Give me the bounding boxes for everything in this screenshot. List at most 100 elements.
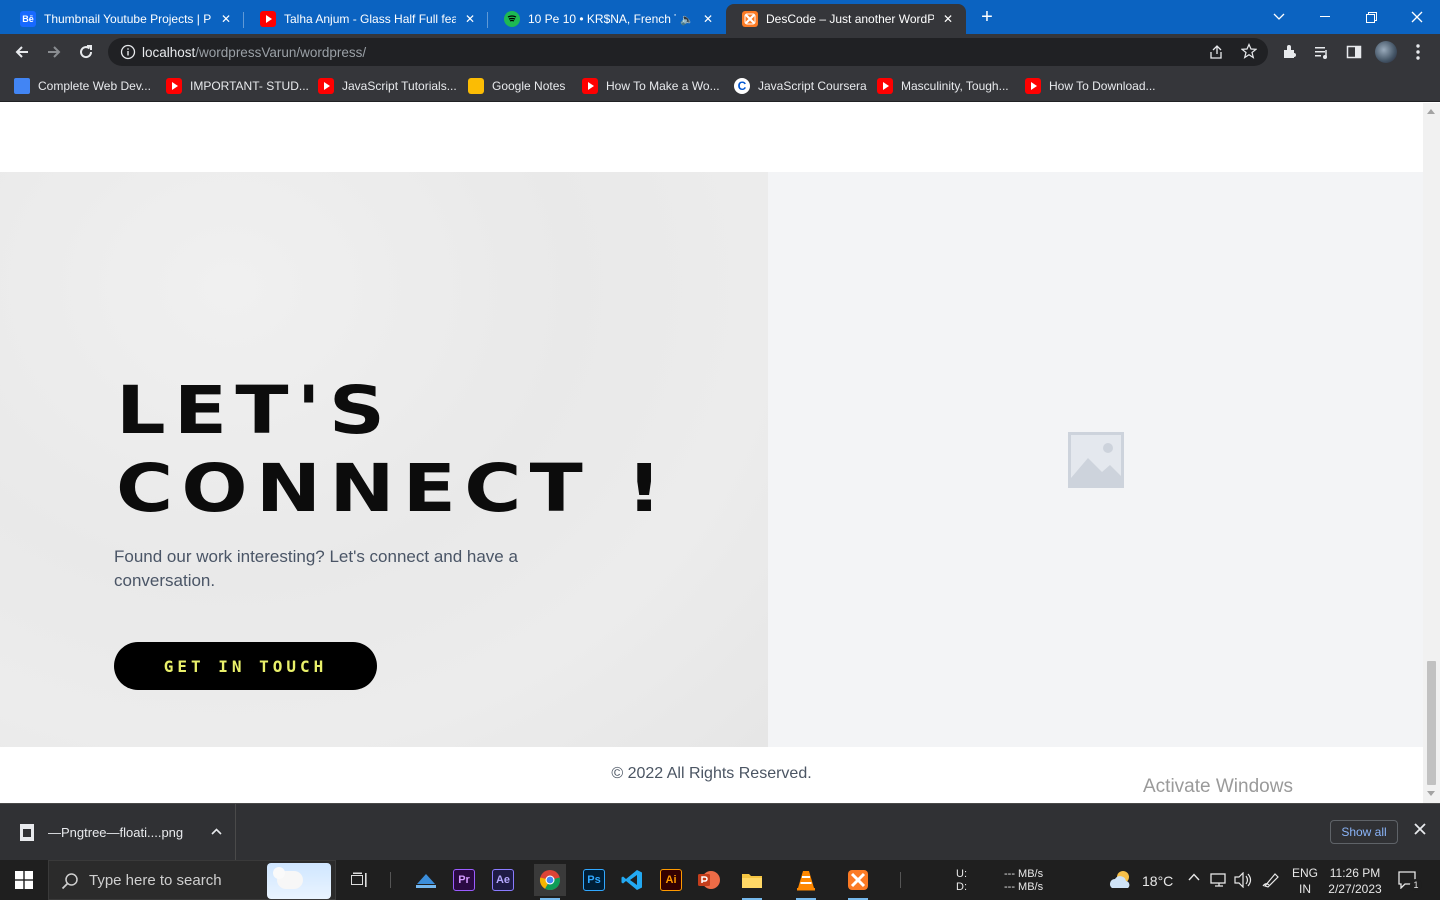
bookmark-label: How To Make a Wo... (606, 79, 720, 93)
bookmark-star-icon[interactable] (1240, 43, 1258, 64)
web-page: LET'S CONNECT ! Found our work interesti… (0, 103, 1423, 803)
reload-button[interactable] (74, 40, 98, 64)
bookmarks-bar: Complete Web Dev... IMPORTANT- STUD... J… (0, 70, 1440, 102)
windows-taskbar: Type here to search Pr Ae Ps Ai U: D: --… (0, 860, 1440, 900)
network-speed-values: --- MB/s --- MB/s (1004, 868, 1044, 893)
tab-title: 10 Pe 10 • KR$NA, French Th (528, 12, 677, 26)
tab-search-icon[interactable] (1256, 4, 1302, 30)
windows-start-icon[interactable] (0, 860, 48, 900)
chevron-up-icon[interactable] (211, 826, 222, 838)
tab-spotify[interactable]: 10 Pe 10 • KR$NA, French Th 🔈 ✕ (488, 4, 726, 34)
bookmark-item[interactable]: JavaScript Tutorials... (318, 76, 457, 96)
behance-icon: Bē (20, 11, 36, 27)
url-text: localhost/wordpressVarun/wordpress/ (142, 45, 367, 60)
coursera-icon: C (734, 78, 750, 94)
weather-icon[interactable] (1108, 868, 1134, 908)
docs-icon (14, 78, 30, 94)
desktop-app-icon[interactable] (410, 864, 442, 896)
bookmark-label: Masculinity, Tough... (901, 79, 1009, 93)
browser-toolbar: localhost/wordpressVarun/wordpress/ (0, 34, 1440, 70)
bookmark-label: IMPORTANT- STUD... (190, 79, 309, 93)
extensions-icon[interactable] (1278, 40, 1302, 64)
chevron-up-icon[interactable] (1188, 872, 1200, 912)
scroll-up-arrow[interactable] (1427, 109, 1435, 114)
keep-icon (468, 78, 484, 94)
taskbar-search-input[interactable]: Type here to search (48, 860, 336, 900)
notification-center-icon[interactable]: 1 (1398, 871, 1422, 911)
youtube-icon (1025, 78, 1041, 94)
tab-descode[interactable]: DesCode – Just another WordPre ✕ (726, 4, 966, 34)
close-icon[interactable]: ✕ (462, 11, 478, 27)
tab-strip: Bē Thumbnail Youtube Projects | Ph ✕ Tal… (0, 0, 1440, 34)
address-bar[interactable]: localhost/wordpressVarun/wordpress/ (108, 38, 1268, 66)
forward-button[interactable] (42, 40, 66, 64)
bookmark-item[interactable]: C JavaScript Coursera (734, 76, 867, 96)
menu-kebab-icon[interactable] (1406, 40, 1430, 64)
get-in-touch-button[interactable]: GET IN TOUCH (114, 642, 377, 690)
minimize-button[interactable] (1302, 4, 1348, 30)
new-tab-button[interactable]: + (976, 6, 998, 28)
powerpoint-icon[interactable] (693, 864, 725, 896)
bookmark-item[interactable]: Google Notes (468, 76, 565, 96)
tab-title: Thumbnail Youtube Projects | Ph (44, 12, 212, 26)
media-controls-icon[interactable] (1310, 40, 1334, 64)
spotify-icon (504, 11, 520, 27)
temperature[interactable]: 18°C (1142, 873, 1173, 913)
after-effects-icon[interactable]: Ae (487, 864, 519, 896)
close-icon[interactable]: ✕ (940, 11, 956, 27)
bookmark-item[interactable]: Complete Web Dev... (14, 76, 151, 96)
chrome-icon[interactable] (534, 864, 566, 900)
tab-behance[interactable]: Bē Thumbnail Youtube Projects | Ph ✕ (4, 4, 244, 34)
download-bar: —Pngtree—floati....png Show all (0, 803, 1440, 860)
youtube-icon (877, 78, 893, 94)
share-icon[interactable] (1208, 44, 1224, 65)
side-panel-icon[interactable] (1342, 40, 1366, 64)
vscode-icon[interactable] (616, 864, 648, 896)
tab-youtube[interactable]: Talha Anjum - Glass Half Full feat ✕ (244, 4, 488, 34)
profile-avatar[interactable] (1374, 40, 1398, 64)
page-title: LET'S CONNECT ! (116, 372, 671, 527)
speaker-muted-icon[interactable]: 🔈 (680, 13, 694, 26)
scrollbar-thumb[interactable] (1427, 661, 1436, 785)
search-highlight-image (267, 863, 331, 899)
vlc-icon[interactable] (790, 864, 822, 900)
youtube-icon (260, 11, 276, 27)
download-file-name: —Pngtree—floati....png (48, 824, 184, 840)
clock[interactable]: 11:26 PM 2/27/2023 (1326, 865, 1384, 905)
xampp-icon[interactable] (842, 864, 874, 900)
page-scrollbar[interactable] (1423, 103, 1440, 803)
bookmark-item[interactable]: How To Make a Wo... (582, 76, 720, 96)
task-view-icon[interactable] (344, 864, 376, 896)
bookmark-item[interactable]: IMPORTANT- STUD... (166, 76, 309, 96)
back-button[interactable] (10, 40, 34, 64)
input-language[interactable]: ENG IN (1292, 865, 1318, 905)
close-icon[interactable]: ✕ (218, 11, 234, 27)
volume-icon[interactable] (1234, 871, 1252, 912)
scroll-down-arrow[interactable] (1427, 791, 1435, 796)
illustrator-icon[interactable]: Ai (655, 864, 687, 896)
network-speed-monitor: U: D: (956, 868, 967, 893)
bookmark-label: JavaScript Coursera (758, 79, 867, 93)
notification-count: 1 (1410, 879, 1422, 891)
search-placeholder: Type here to search (89, 872, 222, 889)
xampp-icon (742, 11, 758, 27)
close-icon[interactable]: ✕ (700, 11, 716, 27)
site-info-icon[interactable] (120, 44, 136, 60)
close-window-button[interactable] (1394, 4, 1440, 30)
bookmark-item[interactable]: Masculinity, Tough... (877, 76, 1009, 96)
youtube-icon (318, 78, 334, 94)
contact-description: Found our work interesting? Let's connec… (114, 547, 518, 590)
tab-title: DesCode – Just another WordPre (766, 12, 934, 26)
pen-icon[interactable] (1262, 872, 1280, 912)
show-all-button[interactable]: Show all (1330, 820, 1398, 844)
close-icon[interactable] (1414, 822, 1426, 840)
photoshop-icon[interactable]: Ps (578, 864, 610, 896)
premiere-pro-icon[interactable]: Pr (448, 864, 480, 896)
bookmark-item[interactable]: How To Download... (1025, 76, 1156, 96)
network-icon[interactable] (1210, 872, 1228, 912)
bookmark-label: Google Notes (492, 79, 566, 93)
bookmark-label: How To Download... (1049, 79, 1156, 93)
restore-button[interactable] (1348, 4, 1394, 30)
download-item[interactable]: —Pngtree—floati....png (0, 804, 236, 860)
file-explorer-icon[interactable] (736, 864, 768, 900)
